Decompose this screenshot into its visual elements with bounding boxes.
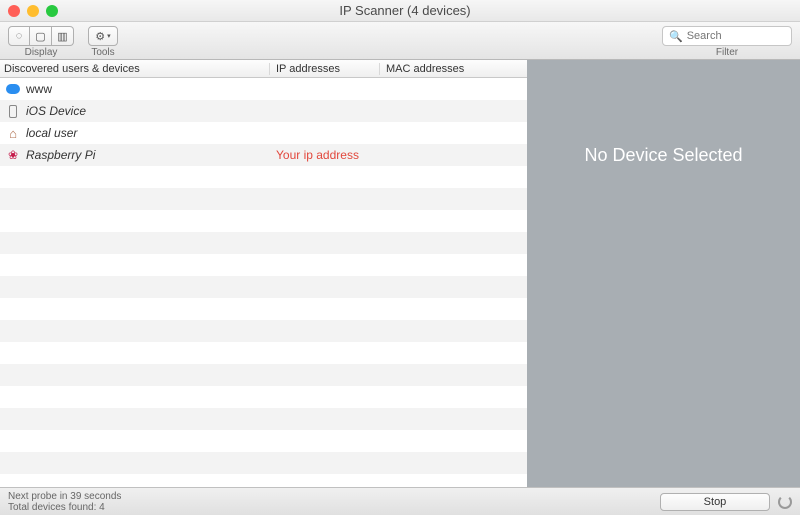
stop-button-label: Stop <box>704 496 727 508</box>
display-mode-1-button[interactable]: ◌ <box>8 26 30 46</box>
titlebar: IP Scanner (4 devices) <box>0 0 800 22</box>
device-ip: Your ip address <box>270 148 380 162</box>
total-devices-text: Total devices found: 4 <box>8 502 121 513</box>
table-row[interactable]: www <box>0 78 527 100</box>
table-row <box>0 166 527 188</box>
device-name: iOS Device <box>26 104 86 118</box>
filter-group: 🔍 Filter <box>662 26 792 58</box>
status-bar: Next probe in 39 seconds Total devices f… <box>0 487 800 515</box>
detail-panel: No Device Selected <box>527 60 800 487</box>
col-ip[interactable]: IP addresses <box>270 63 380 75</box>
phone-icon <box>6 104 20 118</box>
table-row <box>0 364 527 386</box>
main-area: Discovered users & devices IP addresses … <box>0 60 800 487</box>
table-body: www iOS Device ⌂ local user ❀ Raspberry Pi You… <box>0 78 527 487</box>
table-row <box>0 210 527 232</box>
table-row <box>0 298 527 320</box>
table-row <box>0 232 527 254</box>
filter-label: Filter <box>716 47 738 58</box>
table-row[interactable]: iOS Device <box>0 100 527 122</box>
table-row <box>0 430 527 452</box>
square-icon: ▢ <box>35 30 45 43</box>
display-mode-2-button[interactable]: ▢ <box>30 26 52 46</box>
table-row <box>0 386 527 408</box>
table-row <box>0 342 527 364</box>
display-mode-3-button[interactable]: ▥ <box>52 26 74 46</box>
dashed-square-icon: ◌ <box>16 30 23 42</box>
tools-label: Tools <box>91 47 114 58</box>
table-row[interactable]: ⌂ local user <box>0 122 527 144</box>
table-header: Discovered users & devices IP addresses … <box>0 60 527 78</box>
toolbar: ◌ ▢ ▥ Display ⚙▾ Tools 🔍 Filter <box>0 22 800 60</box>
display-label: Display <box>25 47 58 58</box>
table-row <box>0 452 527 474</box>
tools-group: ⚙▾ Tools <box>88 26 118 58</box>
window-title: IP Scanner (4 devices) <box>18 3 792 18</box>
tools-button[interactable]: ⚙▾ <box>88 26 118 46</box>
table-row <box>0 188 527 210</box>
table-row <box>0 408 527 430</box>
table-row <box>0 320 527 342</box>
search-field[interactable]: 🔍 <box>662 26 792 46</box>
col-devices[interactable]: Discovered users & devices <box>0 63 270 75</box>
device-name: www <box>26 82 52 96</box>
spinner-icon <box>778 495 792 509</box>
detail-empty-text: No Device Selected <box>584 145 742 166</box>
search-input[interactable] <box>687 30 800 42</box>
table-row <box>0 254 527 276</box>
gear-icon: ⚙ <box>95 30 105 43</box>
search-icon: 🔍 <box>669 30 683 43</box>
device-name: local user <box>26 126 77 140</box>
display-segmented: ◌ ▢ ▥ <box>8 26 74 46</box>
raspberry-icon: ❀ <box>6 148 20 162</box>
chevron-down-icon: ▾ <box>107 32 111 40</box>
device-name: Raspberry Pi <box>26 148 95 162</box>
display-group: ◌ ▢ ▥ Display <box>8 26 74 58</box>
table-row <box>0 276 527 298</box>
columns-icon: ▥ <box>57 30 67 43</box>
col-mac[interactable]: MAC addresses <box>380 63 527 75</box>
status-text: Next probe in 39 seconds Total devices f… <box>8 491 121 513</box>
stop-button[interactable]: Stop <box>660 493 770 511</box>
house-icon: ⌂ <box>6 126 20 140</box>
globe-icon <box>6 82 20 96</box>
table-row[interactable]: ❀ Raspberry Pi Your ip address <box>0 144 527 166</box>
next-probe-text: Next probe in 39 seconds <box>8 491 121 502</box>
device-list-panel: Discovered users & devices IP addresses … <box>0 60 527 487</box>
